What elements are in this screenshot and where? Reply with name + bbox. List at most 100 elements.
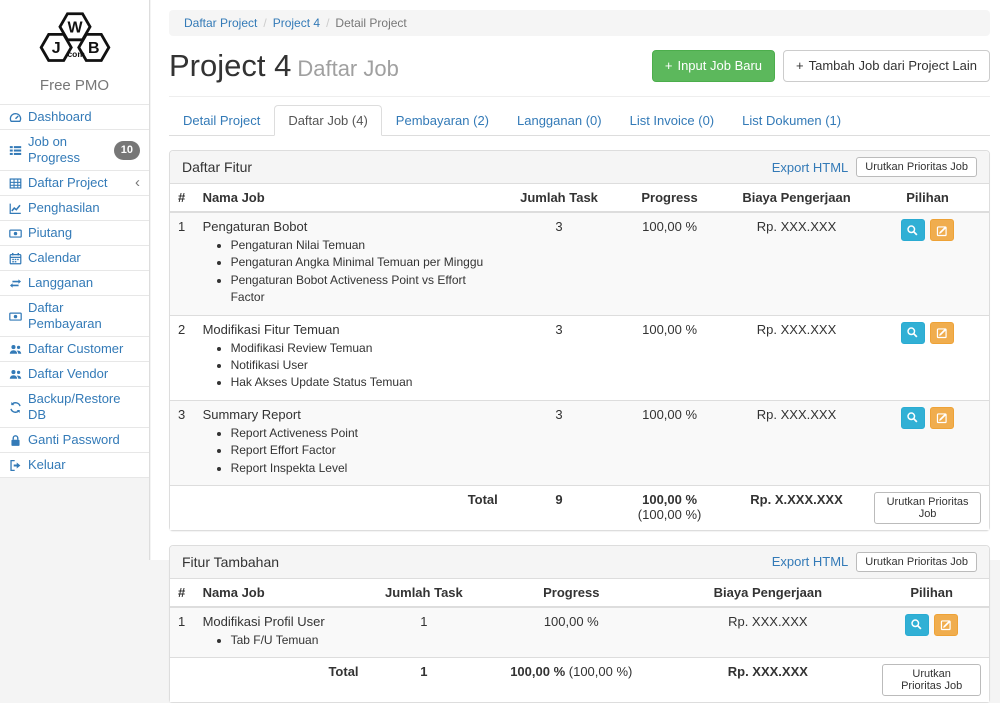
- sidebar-item-job-on-progress[interactable]: Job on Progress 10: [0, 130, 149, 170]
- row-number: 1: [170, 607, 195, 658]
- edit-job-button[interactable]: [930, 322, 954, 344]
- progress-value: 100,00 %: [612, 315, 727, 400]
- col-progress: Progress: [481, 579, 661, 607]
- cost-value: Rp. XXX.XXX: [727, 400, 866, 485]
- subtask: Tab F/U Temuan: [231, 632, 359, 649]
- svg-text:.com: .com: [65, 49, 85, 59]
- tab-langganan: Langganan (0): [503, 105, 616, 135]
- urutkan-prioritas-job-button[interactable]: Urutkan Prioritas Job: [856, 552, 977, 572]
- panel-fitur-tambahan: Fitur Tambahan Export HTML Urutkan Prior…: [169, 545, 990, 703]
- total-cost: Rp. X.XXX.XXX: [727, 485, 866, 530]
- sidebar-item-label: Daftar Pembayaran: [28, 300, 140, 332]
- plus-icon: +: [665, 57, 673, 75]
- total-progress: 100,00 %: [642, 492, 697, 507]
- tambah-job-dari-project-lain-button[interactable]: +Tambah Job dari Project Lain: [783, 50, 990, 82]
- line-chart-icon: [9, 202, 22, 215]
- urutkan-prioritas-job-button[interactable]: Urutkan Prioritas Job: [874, 492, 981, 524]
- search-icon: [906, 411, 919, 424]
- sidebar-item-piutang[interactable]: Piutang: [0, 221, 149, 245]
- sidebar-item-keluar[interactable]: Keluar: [0, 453, 149, 477]
- row-number: 2: [170, 315, 195, 400]
- job-count-badge: 10: [114, 141, 140, 160]
- subtask: Report Inspekta Level: [231, 460, 498, 477]
- money-icon: [9, 227, 22, 240]
- money-icon: [9, 310, 22, 323]
- sidebar-item-daftar-customer[interactable]: Daftar Customer: [0, 337, 149, 361]
- subtask: Pengaturan Nilai Temuan: [231, 237, 498, 254]
- task-count: 3: [506, 212, 612, 315]
- edit-job-button[interactable]: [930, 407, 954, 429]
- edit-job-button[interactable]: [934, 614, 958, 636]
- urutkan-prioritas-job-button[interactable]: Urutkan Prioritas Job: [856, 157, 977, 177]
- sidebar-item-ganti-password[interactable]: Ganti Password: [0, 428, 149, 452]
- view-job-button[interactable]: [901, 322, 925, 344]
- refresh-icon: [9, 401, 22, 414]
- tab-list-invoice: List Invoice (0): [616, 105, 729, 135]
- svg-text:B: B: [88, 40, 100, 57]
- breadcrumb-daftar-project[interactable]: Daftar Project: [184, 16, 257, 30]
- sidebar-item-label: Daftar Vendor: [28, 366, 108, 382]
- brand-logo: W J B .com Free PMO: [0, 0, 149, 104]
- main-content: Daftar Project/Project 4/Detail Project …: [151, 0, 1000, 560]
- input-job-baru-button[interactable]: +Input Job Baru: [652, 50, 775, 82]
- job-subtasks: Pengaturan Nilai Temuan Pengaturan Angka…: [219, 237, 498, 307]
- sidebar-item-dashboard[interactable]: Dashboard: [0, 105, 149, 129]
- breadcrumb-project-4[interactable]: Project 4: [273, 16, 320, 30]
- sidebar-menu: Dashboard Job on Progress 10 Daftar Proj…: [0, 104, 149, 478]
- subtask: Notifikasi User: [231, 357, 498, 374]
- daftar-fitur-table: # Nama Job Jumlah Task Progress Biaya Pe…: [170, 184, 989, 530]
- breadcrumb-separator: /: [263, 16, 266, 30]
- plus-icon: +: [796, 57, 804, 75]
- export-html-link[interactable]: Export HTML: [772, 160, 849, 175]
- sidebar-item-backup-restore-db[interactable]: Backup/Restore DB: [0, 387, 149, 427]
- sidebar-item-langganan[interactable]: Langganan: [0, 271, 149, 295]
- panel-daftar-fitur: Daftar Fitur Export HTML Urutkan Priorit…: [169, 150, 990, 531]
- tab-daftar-job: Daftar Job (4): [274, 105, 381, 135]
- sidebar-item-label: Dashboard: [28, 109, 92, 125]
- table-icon: [9, 177, 22, 190]
- urutkan-prioritas-job-button[interactable]: Urutkan Prioritas Job: [882, 664, 981, 696]
- sidebar-item-daftar-project[interactable]: Daftar Project ‹: [0, 171, 149, 195]
- project-tabs: Detail Project Daftar Job (4) Pembayaran…: [169, 105, 990, 136]
- panel-title: Daftar Fitur: [182, 159, 252, 175]
- total-label: Total: [195, 485, 506, 530]
- table-row: 1 Modifikasi Profil User Tab F/U Temuan …: [170, 607, 989, 658]
- view-job-button[interactable]: [901, 407, 925, 429]
- cost-value: Rp. XXX.XXX: [727, 212, 866, 315]
- sidebar-item-calendar[interactable]: Calendar: [0, 246, 149, 270]
- sidebar-item-label: Daftar Customer: [28, 341, 123, 357]
- sidebar-item-daftar-pembayaran[interactable]: Daftar Pembayaran: [0, 296, 149, 336]
- table-total-row: Total 9 100,00 % (100,00 %) Rp. X.XXX.XX…: [170, 485, 989, 530]
- task-count: 3: [506, 400, 612, 485]
- view-job-button[interactable]: [901, 219, 925, 241]
- export-html-link[interactable]: Export HTML: [772, 554, 849, 569]
- sidebar-item-label: Job on Progress: [28, 134, 108, 166]
- sidebar-item-label: Backup/Restore DB: [28, 391, 140, 423]
- edit-job-button[interactable]: [930, 219, 954, 241]
- job-name: Modifikasi Fitur Temuan: [203, 322, 498, 337]
- pencil-square-icon: [936, 326, 949, 339]
- chevron-left-icon: ‹: [135, 177, 140, 189]
- total-tasks: 9: [506, 485, 612, 530]
- total-cost: Rp. XXX.XXX: [661, 658, 874, 703]
- sidebar-item-penghasilan[interactable]: Penghasilan: [0, 196, 149, 220]
- table-row: 1 Pengaturan Bobot Pengaturan Nilai Temu…: [170, 212, 989, 315]
- brand-name: Free PMO: [0, 77, 149, 94]
- breadcrumb-current: Detail Project: [335, 16, 406, 30]
- total-progress: 100,00 %: [510, 664, 565, 679]
- svg-text:J: J: [51, 40, 60, 57]
- search-icon: [906, 326, 919, 339]
- tab-detail-project: Detail Project: [169, 105, 274, 135]
- task-count: 3: [506, 315, 612, 400]
- retweet-icon: [9, 277, 22, 290]
- view-job-button[interactable]: [905, 614, 929, 636]
- sidebar-item-daftar-vendor[interactable]: Daftar Vendor: [0, 362, 149, 386]
- task-count: 1: [367, 607, 482, 658]
- total-progress-extra: (100,00 %): [569, 664, 633, 679]
- progress-value: 100,00 %: [612, 400, 727, 485]
- lock-icon: [9, 434, 22, 447]
- job-name: Pengaturan Bobot: [203, 219, 498, 234]
- table-row: 3 Summary Report Report Activeness Point…: [170, 400, 989, 485]
- users-icon: [9, 368, 22, 381]
- col-pilihan: Pilihan: [874, 579, 989, 607]
